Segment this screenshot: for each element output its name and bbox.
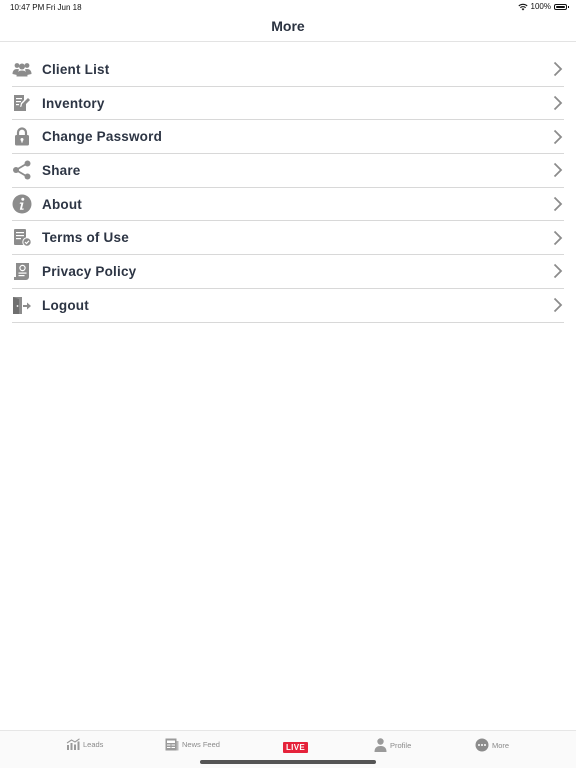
menu-item-label: Terms of Use [42, 230, 129, 246]
privacy-icon [12, 261, 32, 281]
home-indicator [200, 760, 376, 764]
logout-icon [12, 295, 32, 315]
menu-item-label: Privacy Policy [42, 263, 137, 279]
page-title: More [271, 18, 305, 34]
info-icon [12, 194, 32, 214]
battery-percent: 100% [530, 2, 551, 11]
menu-item-logout[interactable]: Logout [12, 289, 564, 323]
tab-label: Profile [390, 740, 412, 750]
status-bar: 10:47 PM Fri Jun 18 100% [0, 0, 576, 14]
menu-item-inventory[interactable]: Inventory [12, 87, 564, 121]
lock-icon [12, 127, 32, 147]
chevron-right-icon [552, 161, 564, 179]
menu-item-terms-of-use[interactable]: Terms of Use [12, 221, 564, 256]
tab-more[interactable]: More [475, 738, 509, 752]
menu-item-share[interactable]: Share [12, 154, 564, 188]
menu-item-label: Share [42, 162, 81, 178]
chevron-right-icon [552, 229, 564, 247]
menu-list: Client List Inventory Change Password Sh… [12, 53, 564, 323]
inventory-icon [12, 93, 32, 113]
battery-fill [556, 5, 565, 8]
person-icon [374, 738, 387, 752]
menu-item-client-list[interactable]: Client List [12, 53, 564, 87]
menu-item-about[interactable]: About [12, 188, 564, 222]
chevron-right-icon [552, 128, 564, 146]
menu-item-privacy-policy[interactable]: Privacy Policy [12, 255, 564, 289]
chevron-right-icon [552, 262, 564, 280]
terms-icon [12, 228, 32, 248]
tab-label: More [492, 740, 510, 750]
tab-news-feed[interactable]: News Feed [165, 738, 220, 751]
tab-label: Leads [83, 739, 104, 749]
share-icon [12, 160, 32, 180]
menu-item-label: About [42, 196, 82, 212]
chevron-right-icon [552, 195, 564, 213]
tab-label: News Feed [182, 740, 220, 749]
users-icon [12, 59, 32, 79]
live-badge: LIVE [283, 742, 308, 753]
tab-live[interactable]: LIVE [283, 742, 308, 753]
chevron-right-icon [552, 296, 564, 314]
status-right: 100% [517, 2, 569, 11]
menu-item-label: Inventory [42, 95, 105, 111]
tab-profile[interactable]: Profile [374, 738, 411, 752]
status-date: Fri Jun 18 [46, 3, 82, 12]
menu-item-change-password[interactable]: Change Password [12, 120, 564, 155]
menu-item-label: Change Password [42, 129, 163, 145]
nav-bar: More [0, 14, 576, 42]
chevron-right-icon [552, 94, 564, 112]
chevron-right-icon [552, 60, 564, 78]
tab-leads[interactable]: Leads [66, 738, 103, 750]
menu-item-label: Logout [42, 297, 89, 313]
battery-icon [554, 3, 569, 10]
wifi-icon [517, 3, 528, 10]
more-icon [475, 738, 489, 752]
status-time: 10:47 PM [10, 3, 45, 12]
chart-icon [66, 738, 80, 750]
newspaper-icon [165, 738, 179, 751]
menu-item-label: Client List [42, 61, 110, 77]
